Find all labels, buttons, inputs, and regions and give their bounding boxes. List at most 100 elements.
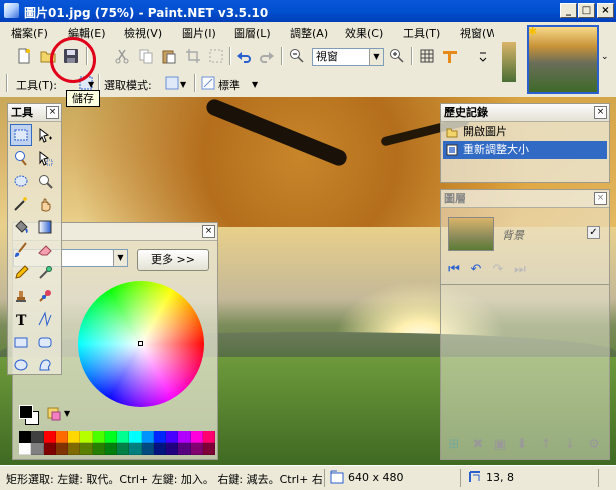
image-thumbnail-prev[interactable] <box>502 42 516 82</box>
magic-wand-icon[interactable] <box>10 193 32 215</box>
crop-to-selection-icon[interactable] <box>183 46 203 66</box>
chevron-down-icon[interactable]: ⌄ <box>601 52 609 62</box>
menu-view[interactable]: 檢視(V) <box>124 25 162 41</box>
palette-swatch[interactable] <box>31 431 44 443</box>
zoom-in-icon[interactable] <box>387 46 407 66</box>
palette-swatch[interactable] <box>92 443 105 455</box>
rectangle-icon[interactable] <box>10 331 32 353</box>
menu-layers[interactable]: 圖層(L) <box>234 25 271 41</box>
palette-swatch[interactable] <box>19 443 32 455</box>
lasso-select-icon[interactable] <box>10 147 32 169</box>
color-palette[interactable] <box>19 431 215 455</box>
minimize-button[interactable]: _ <box>560 3 577 18</box>
chevron-down-icon[interactable]: ▼ <box>180 80 186 89</box>
close-icon[interactable]: × <box>46 106 59 119</box>
layer-row[interactable]: 背景 ✓ <box>444 214 606 254</box>
menu-window[interactable]: 視窗(W <box>460 25 494 41</box>
menu-tools[interactable]: 工具(T) <box>403 25 440 41</box>
palette-swatch[interactable] <box>104 431 117 443</box>
palette-swatch[interactable] <box>43 431 56 443</box>
close-icon[interactable]: × <box>594 106 607 119</box>
zoom-out-icon[interactable] <box>287 46 307 66</box>
palette-swatch[interactable] <box>80 431 93 443</box>
selection-mode-replace-icon[interactable] <box>162 73 182 93</box>
rewind-icon[interactable]: ⏮ <box>445 260 463 278</box>
pencil-icon[interactable] <box>10 262 32 284</box>
clone-stamp-icon[interactable] <box>10 285 32 307</box>
palette-swatch[interactable] <box>31 443 44 455</box>
chevron-down-icon[interactable]: ▼ <box>64 409 70 418</box>
palette-swatch[interactable] <box>202 431 215 443</box>
eraser-icon[interactable] <box>34 239 56 261</box>
primary-color-swatch[interactable] <box>19 405 33 419</box>
redo-icon[interactable] <box>257 46 277 66</box>
menu-file[interactable]: 檔案(F) <box>11 25 48 41</box>
image-thumbnail-active[interactable] <box>527 25 599 94</box>
line-curve-icon[interactable] <box>34 308 56 330</box>
layer-visibility-checkbox[interactable]: ✓ <box>587 226 600 239</box>
maximize-button[interactable]: □ <box>578 3 595 18</box>
gradient-icon[interactable] <box>34 216 56 238</box>
recolor-icon[interactable] <box>34 285 56 307</box>
antialiasing-icon[interactable] <box>198 73 218 93</box>
ellipse-select-icon[interactable] <box>10 170 32 192</box>
more-colors-button[interactable]: 更多 >> <box>137 249 209 271</box>
palette-swatch[interactable] <box>129 443 142 455</box>
undo-icon[interactable]: ↶ <box>467 260 485 278</box>
palette-swatch[interactable] <box>141 431 154 443</box>
palette-swatch[interactable] <box>141 443 154 455</box>
zoom-icon[interactable] <box>34 170 56 192</box>
palette-swatch[interactable] <box>166 443 179 455</box>
palette-swatch[interactable] <box>55 443 68 455</box>
deselect-icon[interactable] <box>206 46 226 66</box>
title-bar[interactable]: 圖片01.jpg (75%) - Paint.NET v3.5.10 _ □ × <box>0 0 616 22</box>
toolbar-overflow-icon[interactable] <box>476 46 490 66</box>
freeform-shape-icon[interactable] <box>34 354 56 376</box>
menu-image[interactable]: 圖片(I) <box>182 25 216 41</box>
palette-swatch[interactable] <box>153 443 166 455</box>
palette-swatch[interactable] <box>190 443 203 455</box>
palette-swatch[interactable] <box>43 443 56 455</box>
palette-swatch[interactable] <box>190 431 203 443</box>
palette-swatch[interactable] <box>178 431 191 443</box>
rounded-rectangle-icon[interactable] <box>34 331 56 353</box>
zoom-select[interactable]: 視窗 ▼ <box>312 48 384 66</box>
palette-swatch[interactable] <box>68 431 81 443</box>
palette-swatch[interactable] <box>166 431 179 443</box>
chevron-down-icon[interactable]: ▼ <box>113 250 127 266</box>
tools-panel-title[interactable]: 工具 × <box>8 104 61 122</box>
add-layer-icon[interactable]: ⊞ <box>445 435 463 453</box>
menu-adjustments[interactable]: 調整(A) <box>290 25 328 41</box>
palette-swatch[interactable] <box>80 443 93 455</box>
palette-swatch[interactable] <box>129 431 142 443</box>
menu-effects[interactable]: 效果(C) <box>345 25 383 41</box>
fast-forward-icon[interactable]: ⏭ <box>511 260 529 278</box>
cut-icon[interactable] <box>112 46 132 66</box>
grid-icon[interactable] <box>417 46 437 66</box>
palette-swatch[interactable] <box>178 443 191 455</box>
palette-swatch[interactable] <box>19 431 32 443</box>
palette-swatch[interactable] <box>117 443 130 455</box>
history-item-selected[interactable]: 重新調整大小 <box>443 141 607 159</box>
text-icon[interactable]: T <box>10 308 32 330</box>
move-layer-up-icon[interactable]: ↑ <box>537 435 555 453</box>
palette-swatch[interactable] <box>202 443 215 455</box>
paste-icon[interactable] <box>159 46 179 66</box>
chevron-down-icon[interactable]: ▼ <box>88 80 94 89</box>
swap-colors-icon[interactable] <box>47 407 61 421</box>
palette-swatch[interactable] <box>104 443 117 455</box>
palette-swatch[interactable] <box>117 431 130 443</box>
palette-swatch[interactable] <box>68 443 81 455</box>
color-wheel-cursor[interactable] <box>138 341 143 346</box>
duplicate-layer-icon[interactable]: ▣ <box>491 435 509 453</box>
color-wheel[interactable] <box>78 281 204 407</box>
delete-layer-icon[interactable]: ✖ <box>469 435 487 453</box>
move-selection-alt-icon[interactable] <box>34 147 56 169</box>
close-icon[interactable]: × <box>202 225 215 238</box>
palette-swatch[interactable] <box>92 431 105 443</box>
layers-panel-title[interactable]: 圖層 × <box>441 190 609 208</box>
color-picker-icon[interactable] <box>34 262 56 284</box>
paintbrush-icon[interactable] <box>10 239 32 261</box>
close-button[interactable]: × <box>597 3 614 18</box>
history-panel-title[interactable]: 歷史記錄 × <box>441 104 609 122</box>
